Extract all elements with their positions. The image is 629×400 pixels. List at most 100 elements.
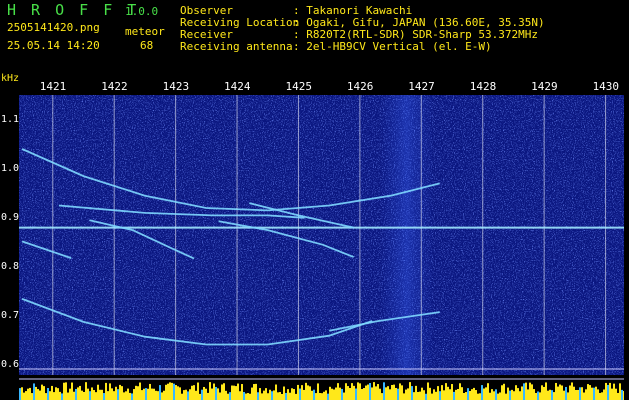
power-bar (243, 391, 245, 400)
power-bar (155, 390, 157, 400)
power-bar (209, 382, 211, 400)
power-bar (149, 383, 151, 400)
power-bar (425, 393, 427, 400)
power-bar (151, 388, 153, 400)
power-bar (199, 393, 201, 400)
power-bar (295, 393, 297, 400)
power-bar (457, 388, 459, 400)
power-bar (521, 386, 523, 400)
power-bar (377, 384, 379, 400)
power-bar (93, 390, 95, 400)
power-bar (333, 389, 335, 400)
power-bar (223, 383, 225, 400)
power-bar (567, 392, 569, 400)
power-bar (187, 391, 189, 400)
power-bar (175, 385, 177, 400)
power-bar (563, 390, 565, 400)
power-bar (277, 392, 279, 400)
power-bar (283, 386, 285, 400)
power-bar (81, 390, 83, 400)
power-bar (273, 390, 275, 400)
power-bar (415, 385, 417, 400)
power-bar (403, 393, 405, 400)
power-bar (371, 387, 373, 400)
power-bar (491, 389, 493, 400)
power-bar (303, 389, 305, 400)
power-bar (427, 382, 429, 400)
power-bar (87, 388, 89, 400)
power-bar (45, 393, 47, 400)
detection-count: 68 (140, 39, 154, 52)
power-bar (599, 392, 601, 400)
power-bar (409, 382, 411, 400)
y-tick-label: 0.7 (1, 310, 20, 322)
power-bar (423, 390, 425, 400)
power-bar (551, 390, 553, 400)
power-bar (519, 391, 521, 400)
power-bar (315, 393, 317, 400)
power-bar (325, 390, 327, 400)
power-bar (527, 389, 529, 400)
power-bar (463, 392, 465, 400)
app-title: H R O F F T (7, 1, 140, 19)
power-bar (549, 389, 551, 400)
power-bar (517, 388, 519, 400)
power-bar (115, 386, 117, 400)
power-bar (237, 383, 239, 400)
power-bar (565, 386, 567, 400)
power-bar (531, 384, 533, 400)
power-bar (145, 388, 147, 400)
info-key-antenna: Receiving antenna (180, 40, 293, 53)
power-bar (279, 392, 281, 400)
power-bar (513, 391, 515, 400)
power-bar (591, 387, 593, 400)
power-bar (217, 388, 219, 400)
power-bar (335, 387, 337, 400)
power-bar (213, 383, 215, 400)
power-bar (441, 385, 443, 400)
power-bar (555, 382, 557, 400)
power-bar (263, 390, 265, 400)
power-bar (307, 385, 309, 400)
power-bar (157, 391, 159, 400)
power-bar (353, 385, 355, 400)
power-bar (311, 390, 313, 400)
power-bar (249, 393, 251, 400)
power-bar (179, 387, 181, 400)
power-bar (411, 386, 413, 400)
power-bar (177, 386, 179, 400)
power-bar (401, 385, 403, 400)
power-bar (97, 384, 99, 400)
power-bar (229, 392, 231, 400)
power-bar (291, 388, 293, 400)
power-bar (509, 390, 511, 400)
power-bar (323, 391, 325, 400)
power-bar (545, 382, 547, 400)
power-bar (481, 385, 483, 400)
x-tick-label: 1428 (469, 80, 497, 93)
power-bar (475, 390, 477, 400)
power-bar (337, 383, 339, 400)
power-bar (251, 387, 253, 400)
power-bar (459, 383, 461, 400)
power-bar (339, 387, 341, 400)
power-bar (487, 383, 489, 400)
power-bar (287, 389, 289, 400)
power-bar (417, 391, 419, 400)
power-bar (375, 386, 377, 400)
power-bar (77, 387, 79, 400)
power-bar (573, 386, 575, 400)
power-bar (461, 387, 463, 400)
power-bar (469, 390, 471, 400)
power-bar (227, 393, 229, 400)
power-bar (299, 388, 301, 400)
power-bar (275, 384, 277, 400)
power-bar (365, 385, 367, 400)
power-bar (101, 389, 103, 400)
power-bar (85, 382, 87, 400)
power-bar (245, 393, 247, 400)
power-bar (395, 387, 397, 400)
power-bar (267, 393, 269, 400)
x-tick-label: 1421 (39, 80, 67, 93)
power-bar (541, 385, 543, 400)
